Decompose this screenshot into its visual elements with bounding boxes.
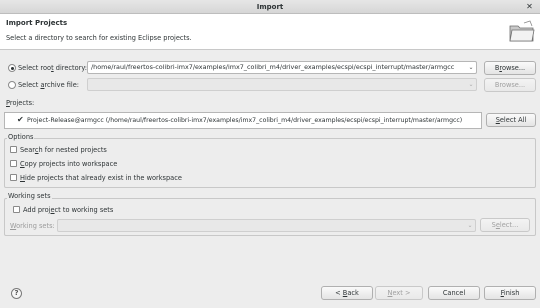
chevron-down-icon[interactable]: ⌄ [467, 79, 475, 90]
copy-projects-label: Copy projects into workspace [20, 160, 118, 168]
root-directory-label: Select root directory: [18, 64, 88, 72]
help-button[interactable]: ? [11, 288, 22, 299]
checkmark-icon[interactable]: ✔ [17, 116, 24, 124]
page-title: Import Projects [6, 19, 68, 27]
archive-file-radio[interactable] [8, 81, 16, 89]
root-browse-button[interactable]: Browse... [484, 61, 536, 75]
hide-existing-checkbox[interactable] [10, 174, 17, 181]
add-to-working-sets-checkbox[interactable] [13, 206, 20, 213]
hide-existing-label: Hide projects that already exist in the … [20, 174, 182, 182]
working-sets-combo[interactable] [57, 219, 476, 232]
help-icon: ? [14, 289, 19, 297]
folder-icon [509, 20, 535, 42]
window-title: Import [256, 3, 284, 11]
next-button[interactable]: Next > [375, 286, 423, 300]
root-directory-value: /home/raul/freertos-colibri-imx7/example… [91, 63, 455, 71]
working-sets-label: Working sets: [10, 222, 55, 230]
working-sets-title: Working sets [7, 192, 52, 200]
close-icon: ✕ [526, 2, 533, 11]
archive-file-label: Select archive file: [18, 81, 80, 89]
project-item-label[interactable]: Project-Release@armgcc (/home/raul/freer… [27, 117, 479, 124]
options-title: Options [7, 133, 35, 141]
working-sets-select-button[interactable]: Select... [480, 218, 530, 232]
cancel-button[interactable]: Cancel [428, 286, 480, 300]
copy-projects-checkbox[interactable] [10, 160, 17, 167]
wizard-header [0, 14, 540, 50]
select-all-button[interactable]: Select All [486, 113, 536, 127]
back-button[interactable]: < Back [321, 286, 373, 300]
root-directory-combo[interactable]: /home/raul/freertos-colibri-imx7/example… [87, 61, 477, 74]
page-description: Select a directory to search for existin… [6, 34, 192, 42]
chevron-down-icon[interactable]: ⌄ [466, 220, 474, 231]
chevron-down-icon[interactable]: ⌄ [467, 62, 475, 73]
search-nested-checkbox[interactable] [10, 146, 17, 153]
add-to-working-sets-label: Add project to working sets [23, 206, 114, 214]
archive-browse-button[interactable]: Browse... [484, 78, 536, 92]
search-nested-label: Search for nested projects [20, 146, 107, 154]
finish-button[interactable]: Finish [484, 286, 536, 300]
archive-file-combo[interactable] [87, 78, 477, 91]
projects-label: Projects: [6, 99, 35, 107]
root-directory-radio[interactable] [8, 64, 16, 72]
close-button[interactable]: ✕ [524, 2, 535, 12]
